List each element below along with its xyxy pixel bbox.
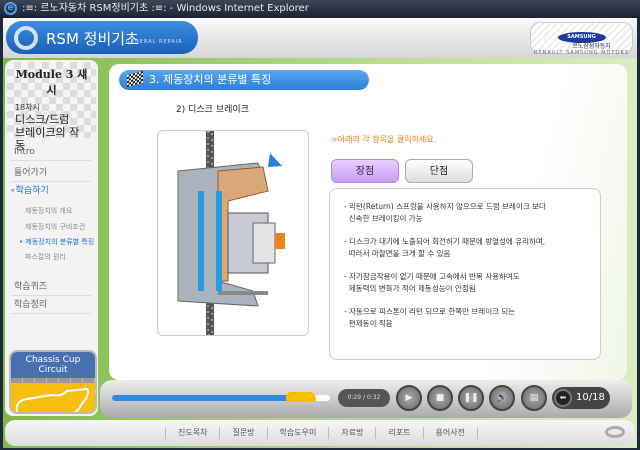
volume-button[interactable]: 🔊 [489,385,515,411]
list-item: - 자동으로 피스톤이 리턴 되므로 한쪽만 브레이크 되는 편제동이 적음 [344,306,586,330]
sidebar: Module 3 섀시 18차시 디스크/드럼 브레이크의 작동 Intro 들… [5,60,98,416]
nav-learn-label: 학습하기 [15,186,49,196]
link-resources[interactable]: 자료방 [328,427,375,439]
app-subtitle: GENERAL REPAIR [126,39,183,45]
circuit-title: Chassis Cup Circuit [11,352,95,378]
car-slider-handle[interactable] [286,392,317,402]
app: RSM 정비기초 GENERAL REPAIR SAMSUNG 르노삼성자동차 … [3,18,637,448]
pause-button[interactable]: ❚❚ [458,385,484,411]
nav-quiz[interactable]: 학습퀴즈 [11,276,91,296]
advantages-list: - 리턴(Return) 스프링을 사용하지 않으므로 드럼 브레이크 보다 신… [329,188,601,360]
nav-enter[interactable]: 들어가기 [11,162,91,182]
link-help[interactable]: 학습도우미 [266,427,329,439]
sub-pascal[interactable]: 파스칼의 원리 [25,252,66,262]
window-title: :≡: 르노자동차 RSM정비기초 :≡: - Windows Internet… [22,3,309,14]
item-line: 편제동이 적음 [348,319,393,328]
nav-summary[interactable]: 학습정리 [11,294,91,314]
app-title: RSM 정비기초 [46,30,139,48]
link-progress[interactable]: 진도목차 [165,427,219,439]
instruction-text: >아래의 각 항목을 클릭하세요. [331,135,437,144]
chassis-cup-circuit[interactable]: Chassis Cup Circuit [9,350,97,414]
disc-brake-diagram [157,130,309,336]
sub-classification[interactable]: • 제동장치의 분류별 특징 [19,237,94,247]
refresh-icon[interactable] [605,426,625,438]
page-number: 10/18 [576,392,605,403]
sub-requirements[interactable]: 제동장치의 구비조건 [25,222,85,232]
script-button[interactable]: ▤ [521,385,547,411]
item-line: - 리턴(Return) 스프링을 사용하지 않으므로 드럼 브레이크 보다 [344,202,546,211]
brand-english: RENAULT SAMSUNG MOTORS [533,50,630,56]
link-glossary[interactable]: 용어사전 [422,427,478,439]
item-line: 신속한 브레이킹이 가능 [348,214,423,223]
play-button[interactable]: ▶ [396,385,422,411]
lesson-title: 디스크/드럼 [15,113,70,126]
item-line: 제동력의 변화가 적어 제동성능이 안정됨 [348,284,476,293]
stop-button[interactable]: ■ [427,385,453,411]
content-panel: 3. 제동장치의 분류별 특징 2) 디스크 브레이크 >아래의 각 항목을 클… [109,64,627,380]
tab-advantages[interactable]: 장점 [331,159,399,183]
module-box: Module 3 섀시 18차시 디스크/드럼 브레이크의 작동 [7,62,96,152]
media-player: 0:29 / 0:32 ▶ ■ ❚❚ 🔊 ▤ ⬅ 10/18 [100,380,632,418]
time-display: 0:29 / 0:32 [338,389,390,407]
progress-fill [112,395,309,401]
nav-learn[interactable]: ∘학습하기 [7,180,87,199]
sub-overview[interactable]: 제동장치의 개요 [25,206,72,216]
list-item: - 자기잠금작용이 없기 때문에 고속에서 반복 사용하여도 제동력의 변화가 … [344,271,586,295]
page-indicator: ⬅ 10/18 [552,387,610,409]
list-item: - 리턴(Return) 스프링을 사용하지 않으므로 드럼 브레이크 보다 신… [344,201,586,225]
lesson-number: 18차시 [15,103,40,112]
sub-classification-label: 제동장치의 분류별 특징 [25,238,95,246]
checkered-flag-icon [127,70,143,88]
circuit-track [11,383,95,412]
link-questions[interactable]: 질문방 [219,427,266,439]
list-item: - 디스크가 대기에 노출되어 회전하기 때문에 방열성에 유리하며, 따라서 … [344,236,586,260]
item-line: 따라서 마찰면을 크게 할 수 있음 [348,249,451,258]
wrench-icon [14,26,38,50]
footer-bar: 진도목차 질문방 학습도우미 자료방 리포트 용어사전 [5,420,635,446]
header: RSM 정비기초 GENERAL REPAIR SAMSUNG 르노삼성자동차 … [3,18,637,58]
nav-intro[interactable]: Intro [11,144,91,161]
brand-korean: 르노삼성자동차 [572,43,611,50]
app-logo: RSM 정비기초 GENERAL REPAIR [6,21,198,54]
ie-icon: e [4,2,17,15]
module-title: Module 3 섀시 [15,68,88,97]
tab-disadvantages[interactable]: 단점 [405,159,473,183]
section-title-text: 3. 제동장치의 분류별 특징 [149,73,272,86]
footer-links: 진도목차 질문방 학습도우미 자료방 리포트 용어사전 [165,427,478,439]
brand-logo: SAMSUNG 르노삼성자동차 RENAULT SAMSUNG MOTORS [530,22,633,56]
item-line: - 자동으로 피스톤이 리턴 되므로 한쪽만 브레이크 되는 [344,307,516,316]
section-title: 3. 제동장치의 분류별 특징 [119,70,369,90]
window-titlebar: e :≡: 르노자동차 RSM정비기초 :≡: - Windows Intern… [0,0,640,18]
item-line: - 자기잠금작용이 없기 때문에 고속에서 반복 사용하여도 [344,272,520,281]
item-line: - 디스크가 대기에 노출되어 회전하기 때문에 방열성에 유리하며, [344,237,546,246]
prev-page-button[interactable]: ⬅ [554,389,572,407]
link-report[interactable]: 리포트 [375,427,422,439]
subheading: 2) 디스크 브레이크 [176,105,249,115]
